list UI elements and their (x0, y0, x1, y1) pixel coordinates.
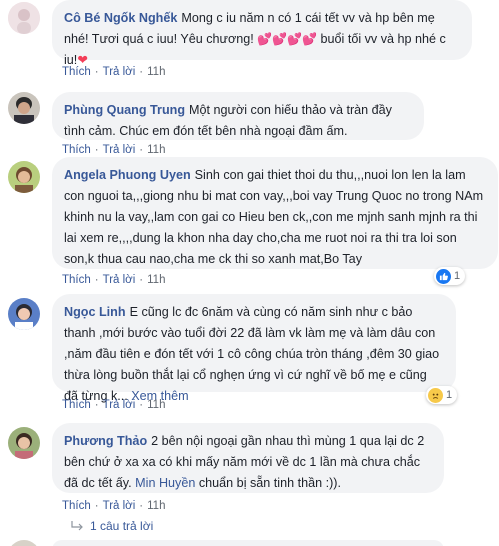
next-comment-partial (8, 540, 448, 546)
timestamp[interactable]: 11h (147, 66, 165, 78)
comment-bubble: Cô Bé Ngốk Nghếk Mong c iu năm n có 1 cái… (52, 0, 472, 67)
reply-link[interactable]: Trả lời (103, 66, 136, 78)
comment-actions: Thích · Trả lời · 11h (62, 500, 166, 512)
reaction-count: 1 (446, 389, 453, 401)
user-avatar-icon (8, 427, 40, 459)
like-link[interactable]: Thích (62, 66, 91, 78)
sad-reaction-icon (428, 387, 443, 403)
avatar[interactable] (8, 298, 40, 330)
comment-bubble: Phương Thảo 2 bên nội ngoại gần nhau thì … (52, 423, 444, 493)
timestamp[interactable]: 11h (147, 399, 165, 411)
mention-link[interactable]: Min Huyền (135, 476, 195, 490)
timestamp[interactable]: 11h (147, 144, 165, 156)
view-replies[interactable]: 1 câu trả lời (70, 518, 153, 534)
comment-text: Sinh con gai thiet thoi du thu,,,nuoi lo… (64, 168, 484, 266)
like-link[interactable]: Thích (62, 144, 91, 156)
reply-arrow-icon (71, 521, 83, 531)
heart-icon: ❤ (77, 53, 88, 67)
reply-link[interactable]: Trả lời (103, 500, 136, 512)
heart-emoji-icon: 💕💕💕💕 (257, 32, 318, 46)
avatar[interactable] (8, 92, 40, 124)
comment-bubble: Angela Phuong Uyen Sinh con gai thiet tho… (52, 157, 498, 269)
timestamp[interactable]: 11h (147, 274, 165, 286)
comment-author[interactable]: Phương Thảo (64, 434, 147, 448)
reaction-badge[interactable]: 1 (426, 386, 458, 404)
comment-actions: Thích · Trả lời · 11h (62, 274, 166, 286)
reaction-count: 1 (454, 270, 461, 282)
user-avatar-icon (8, 2, 40, 34)
comment-actions: Thích · Trả lời · 11h (62, 144, 166, 156)
comment-text-end: chuẩn bị sẵn tinh thần :)). (195, 476, 341, 490)
reply-link[interactable]: Trả lời (103, 144, 136, 156)
user-avatar-icon (8, 92, 40, 124)
comment-bubble: Phùng Quang Trung Một người con hiếu thảo… (52, 92, 424, 140)
reaction-badge[interactable]: 1 (434, 267, 466, 285)
comment-actions: Thích · Trả lời · 11h (62, 66, 166, 78)
comment-author[interactable]: Angela Phuong Uyen (64, 168, 191, 182)
reply-link[interactable]: Trả lời (103, 274, 136, 286)
avatar[interactable] (8, 427, 40, 459)
comment-author[interactable]: Cô Bé Ngốk Nghếk (64, 11, 177, 25)
comment-author[interactable]: Phùng Quang Trung (64, 103, 185, 117)
reply-link[interactable]: Trả lời (103, 399, 136, 411)
like-link[interactable]: Thích (62, 500, 91, 512)
comment-text: E cũng lc đc 6năm và cùng có năm sinh nh… (64, 305, 440, 403)
comment-author[interactable]: Ngọc Linh (64, 305, 126, 319)
replies-count-link[interactable]: 1 câu trả lời (90, 519, 153, 533)
like-link[interactable]: Thích (62, 274, 91, 286)
comment-actions: Thích · Trả lời · 11h (62, 399, 166, 411)
avatar[interactable] (8, 161, 40, 193)
avatar[interactable] (8, 2, 40, 34)
comment-bubble: Ngọc Linh E cũng lc đc 6năm và cùng có nă… (52, 294, 456, 403)
user-avatar-icon (8, 298, 40, 330)
user-avatar-icon (8, 161, 40, 193)
like-reaction-icon (436, 268, 451, 284)
timestamp[interactable]: 11h (147, 500, 165, 512)
like-link[interactable]: Thích (62, 399, 91, 411)
